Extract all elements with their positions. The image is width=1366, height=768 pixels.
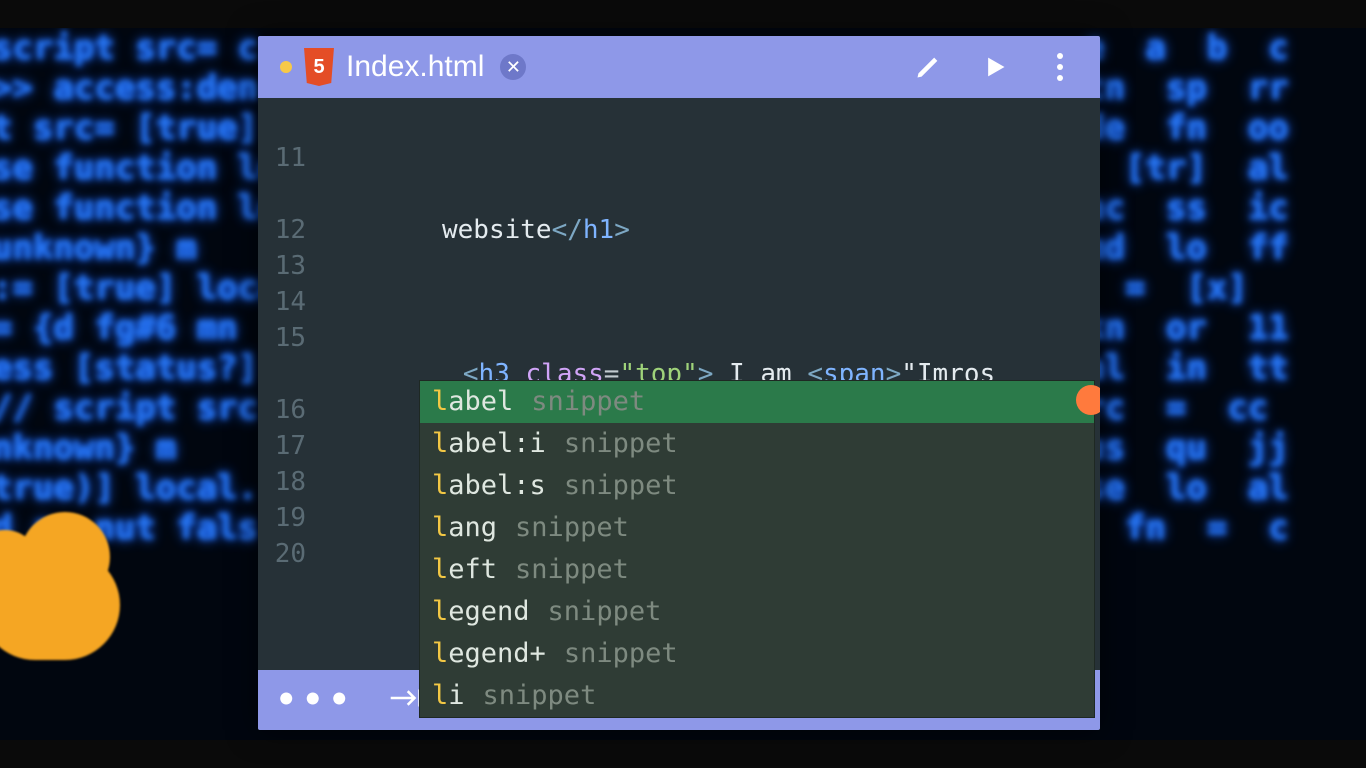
- letterbox-bottom: [0, 740, 1366, 768]
- autocomplete-item[interactable]: legendsnippet: [420, 591, 1094, 633]
- line-number: 20: [258, 536, 318, 572]
- letterbox-top: [0, 0, 1366, 28]
- file-tab[interactable]: 5 Index.html ✕: [270, 36, 536, 98]
- line-number: 17: [258, 428, 318, 464]
- line-number: 19: [258, 500, 318, 536]
- autocomplete-item[interactable]: lisnippet: [420, 675, 1094, 717]
- overflow-menu-button[interactable]: [1044, 51, 1076, 83]
- autocomplete-item[interactable]: legend+snippet: [420, 633, 1094, 675]
- bg-code-right: e a b c tn sp rr de fn oo [tr] al ac ss …: [1084, 28, 1366, 740]
- autocomplete-item[interactable]: labelsnippet: [420, 381, 1094, 423]
- line-number: 16: [258, 392, 318, 428]
- line-number: [258, 104, 318, 140]
- code-text-frag: website: [442, 215, 552, 245]
- line-number: [258, 176, 318, 212]
- autocomplete-item[interactable]: label:ssnippet: [420, 465, 1094, 507]
- line-number: 11: [258, 140, 318, 176]
- autocomplete-item[interactable]: label:isnippet: [420, 423, 1094, 465]
- code-editor-window: 5 Index.html ✕ 11 12131415 1617181920 webs…: [258, 36, 1100, 730]
- unsaved-dot-icon: [280, 61, 292, 73]
- line-number: 13: [258, 248, 318, 284]
- line-number: 12: [258, 212, 318, 248]
- kebab-icon: [1057, 53, 1063, 81]
- code-area[interactable]: 11121314151617181920 website</h1> <h3 cl…: [258, 98, 1100, 700]
- pencil-icon: [914, 53, 942, 81]
- edit-button[interactable]: [912, 51, 944, 83]
- line-number: 18: [258, 464, 318, 500]
- run-button[interactable]: [978, 51, 1010, 83]
- tab-bar: 5 Index.html ✕: [258, 36, 1100, 98]
- line-number: 14: [258, 284, 318, 320]
- line-number-gutter: 11 12131415 1617181920: [258, 98, 318, 700]
- more-button[interactable]: •••: [276, 680, 355, 720]
- scroll-handle-icon[interactable]: [1076, 385, 1100, 415]
- autocomplete-item[interactable]: langsnippet: [420, 507, 1094, 549]
- autocomplete-item[interactable]: leftsnippet: [420, 549, 1094, 591]
- tab-filename: Index.html: [346, 50, 484, 84]
- autocomplete-popup[interactable]: labelsnippetlabel:isnippetlabel:ssnippet…: [419, 380, 1095, 718]
- tab-close-button[interactable]: ✕: [500, 54, 526, 80]
- play-icon: [980, 53, 1008, 81]
- line-number: [258, 356, 318, 392]
- html5-icon: 5: [302, 48, 336, 86]
- decorative-cloud: [0, 550, 120, 660]
- line-number: 15: [258, 320, 318, 356]
